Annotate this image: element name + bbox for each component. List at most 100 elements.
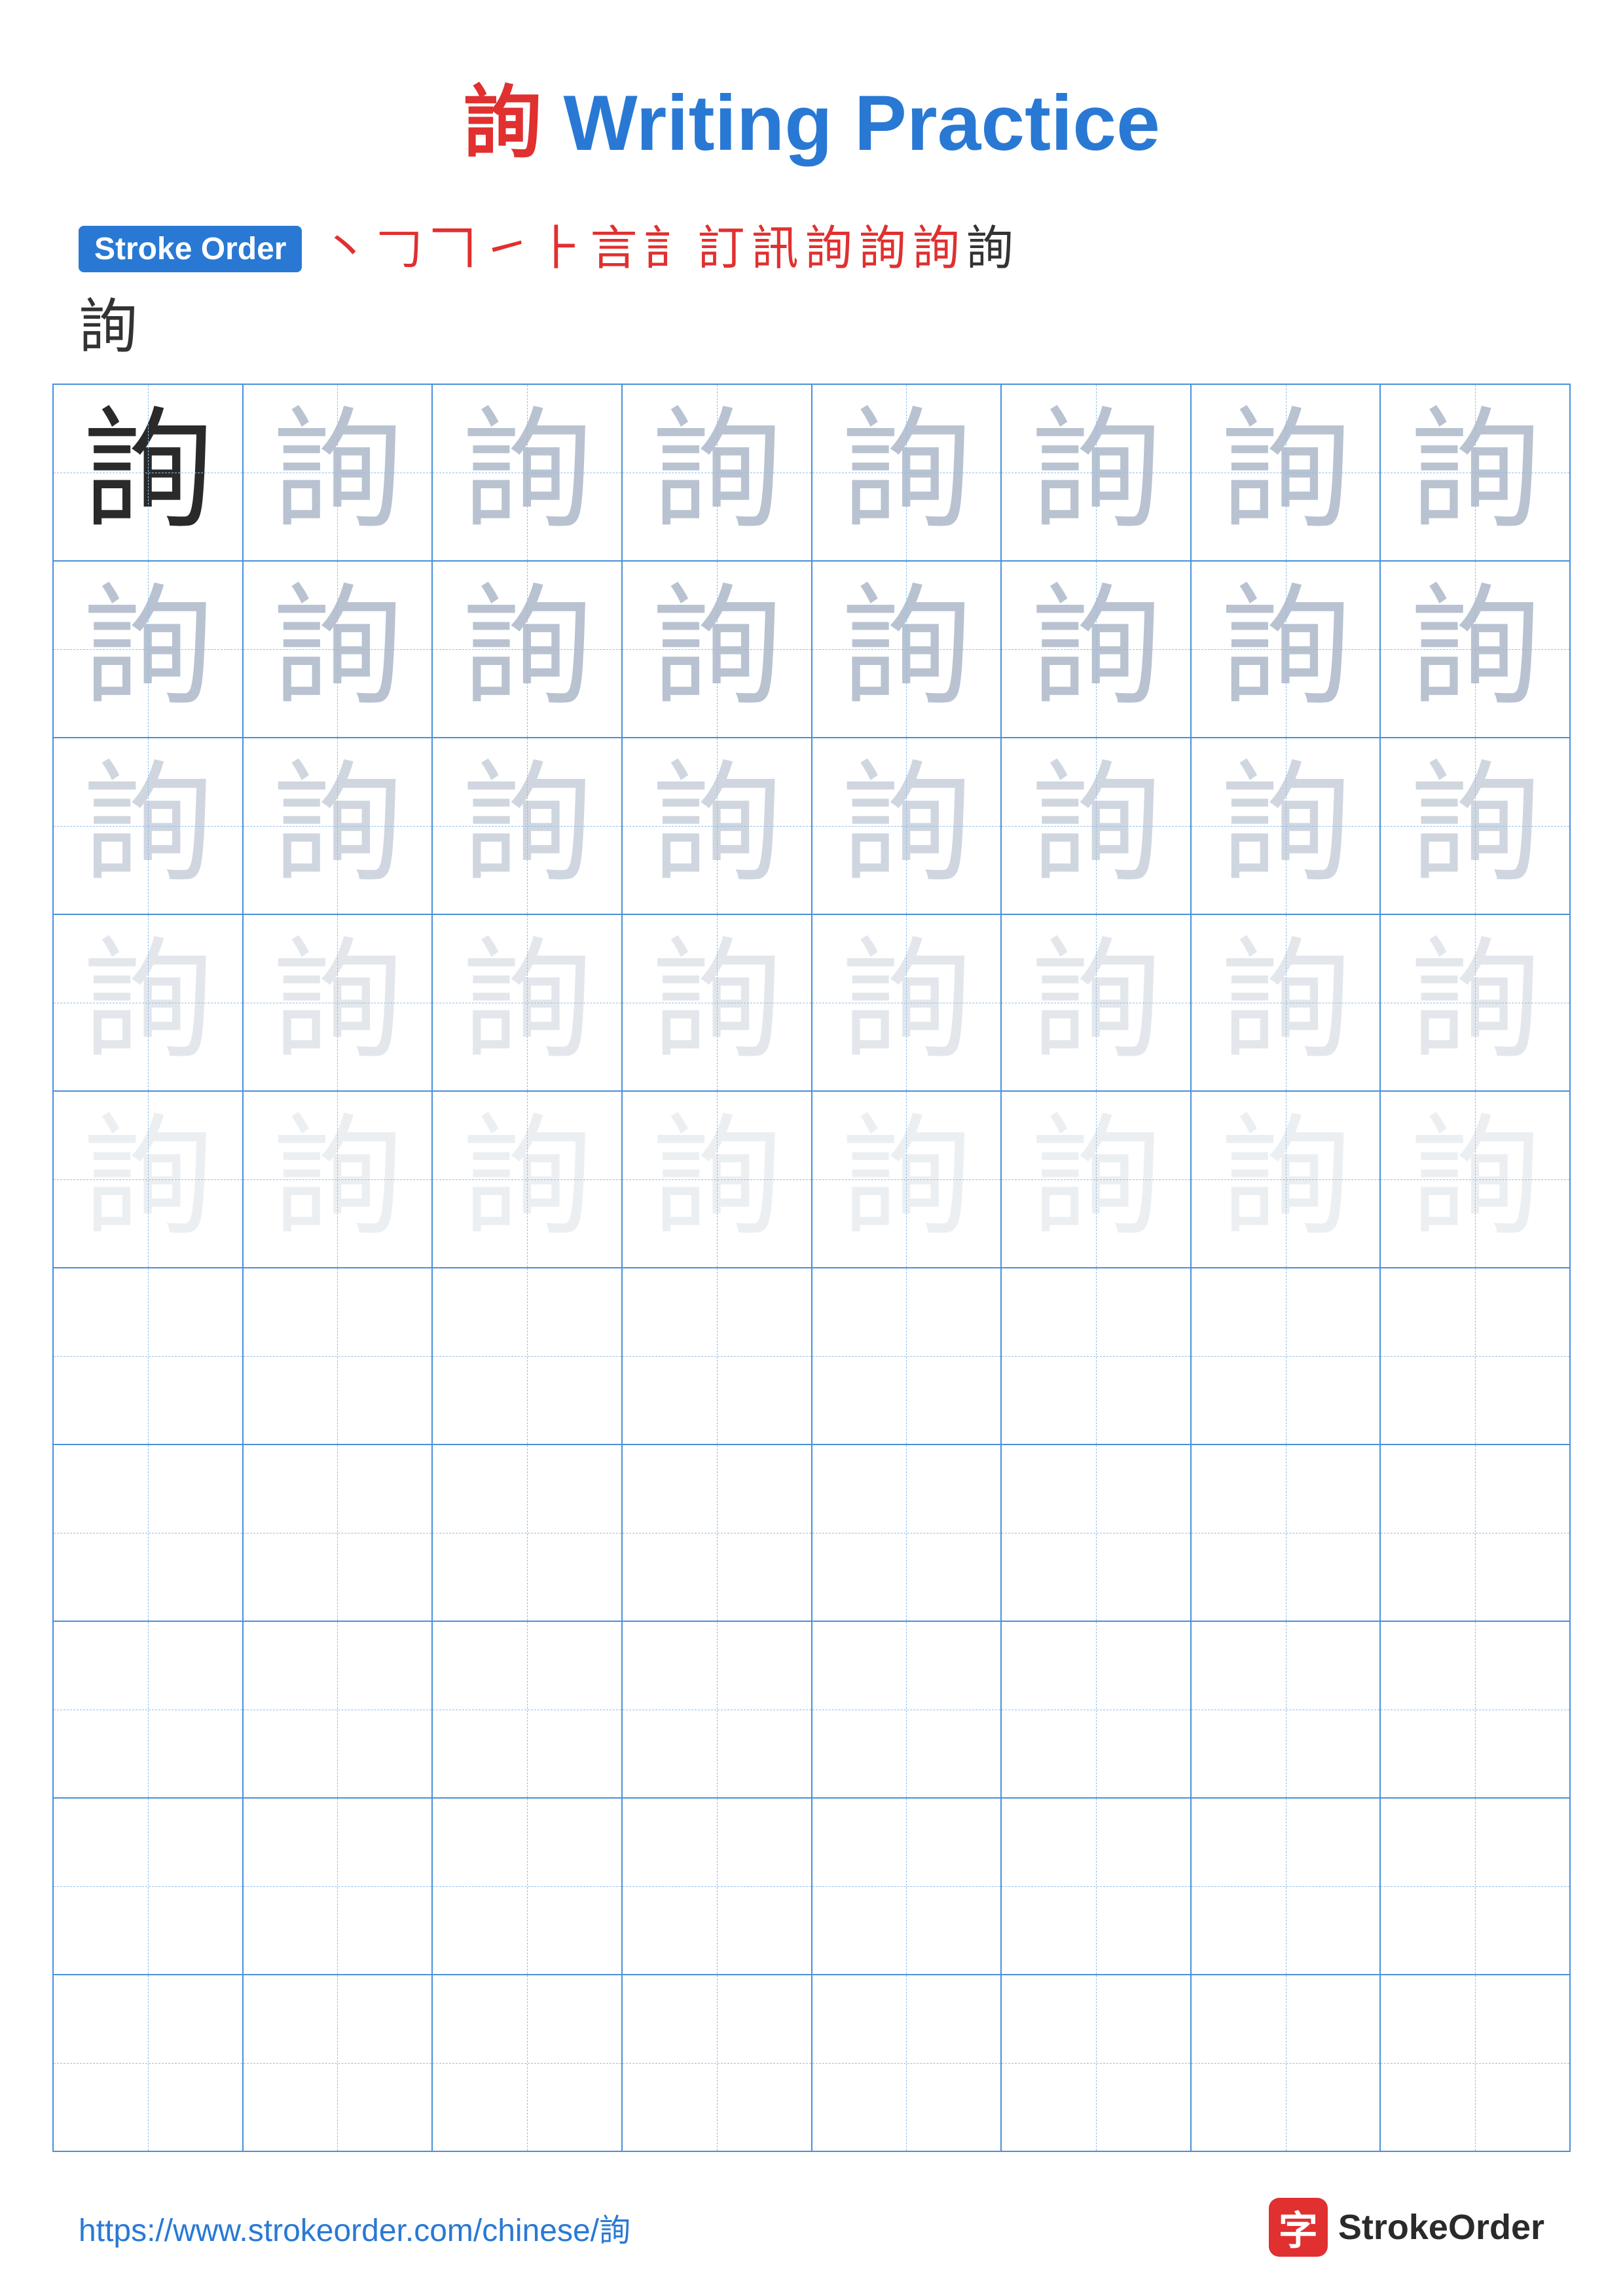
- grid-cell: 詢: [243, 384, 433, 561]
- grid-cell: 詢: [812, 738, 1002, 914]
- table-row: 詢 詢 詢 詢 詢 詢 詢 詢: [53, 738, 1570, 914]
- grid-cell: [622, 1444, 812, 1621]
- grid-cell: [53, 1798, 243, 1975]
- practice-char: 詢: [1410, 577, 1541, 721]
- practice-char: 詢: [651, 577, 782, 721]
- practice-char: 詢: [272, 930, 403, 1075]
- stroke-7: 訁: [644, 225, 691, 272]
- grid-cell: [1001, 1621, 1191, 1798]
- table-row: [53, 1798, 1570, 1975]
- practice-char: 詢: [272, 400, 403, 545]
- grid-cell: [243, 1798, 433, 1975]
- practice-char: 詢: [1220, 930, 1351, 1075]
- grid-cell: 詢: [1191, 561, 1381, 738]
- footer-logo: 字 StrokeOrder: [1269, 2198, 1544, 2257]
- grid-cell: [1001, 1444, 1191, 1621]
- practice-char: 詢: [1030, 400, 1161, 545]
- stroke-13: 詢: [966, 225, 1013, 272]
- grid-cell: 詢: [432, 561, 622, 738]
- title-text: Writing Practice: [541, 79, 1160, 167]
- practice-char: 詢: [841, 753, 972, 898]
- grid-cell: [1001, 1975, 1191, 2151]
- grid-cell: [53, 1621, 243, 1798]
- practice-char: 詢: [82, 577, 213, 721]
- grid-cell: [53, 1268, 243, 1444]
- grid-cell: 詢: [622, 914, 812, 1091]
- stroke-1: 丶: [321, 225, 369, 272]
- table-row: 詢 詢 詢 詢 詢 詢 詢 詢: [53, 1091, 1570, 1268]
- stroke-6: 言: [591, 225, 638, 272]
- practice-char: 詢: [1030, 1107, 1161, 1251]
- table-row: [53, 1268, 1570, 1444]
- grid-cell: 詢: [1380, 1091, 1570, 1268]
- practice-char: 詢: [462, 577, 593, 721]
- practice-char: 詢: [1410, 400, 1541, 545]
- practice-char: 詢: [462, 930, 593, 1075]
- grid-cell: 詢: [622, 738, 812, 914]
- practice-char: 詢: [841, 400, 972, 545]
- grid-cell: 詢: [1380, 561, 1570, 738]
- grid-cell: 詢: [243, 738, 433, 914]
- grid-cell: 詢: [1001, 384, 1191, 561]
- grid-cell: 詢: [812, 914, 1002, 1091]
- grid-cell: [622, 1621, 812, 1798]
- table-row: [53, 1975, 1570, 2151]
- footer-url: https://www.strokeorder.com/chinese/詢: [79, 2204, 630, 2250]
- stroke-2: 𠃌: [375, 225, 422, 272]
- grid-cell: 詢: [432, 384, 622, 561]
- grid-cell: 詢: [53, 1091, 243, 1268]
- grid-cell: 詢: [1001, 1091, 1191, 1268]
- grid-cell: [1191, 1268, 1381, 1444]
- grid-cell: [432, 1975, 622, 2151]
- practice-char: 詢: [1220, 400, 1351, 545]
- practice-char: 詢: [462, 753, 593, 898]
- practice-char: 詢: [1410, 1107, 1541, 1251]
- practice-char: 詢: [651, 753, 782, 898]
- grid-cell: [1380, 1444, 1570, 1621]
- grid-cell: 詢: [1191, 738, 1381, 914]
- grid-cell: 詢: [53, 738, 243, 914]
- grid-cell: 詢: [243, 914, 433, 1091]
- grid-section: 詢 詢 詢 詢 詢 詢 詢 詢 詢 詢 詢 詢 詢 詢 詢 詢 詢 詢 詢 詢 …: [0, 384, 1623, 2152]
- grid-cell: [1001, 1798, 1191, 1975]
- stroke-final-char: 詢: [0, 279, 1623, 384]
- grid-cell: [53, 1444, 243, 1621]
- stroke-4: ㇀: [483, 225, 530, 272]
- grid-cell: [1380, 1975, 1570, 2151]
- grid-cell: [1380, 1621, 1570, 1798]
- grid-cell: 詢: [1380, 384, 1570, 561]
- grid-cell: [812, 1268, 1002, 1444]
- practice-grid: 詢 詢 詢 詢 詢 詢 詢 詢 詢 詢 詢 詢 詢 詢 詢 詢 詢 詢 詢 詢 …: [52, 384, 1571, 2152]
- footer-logo-text: StrokeOrder: [1338, 2207, 1544, 2248]
- grid-cell: [1191, 1798, 1381, 1975]
- grid-cell: [1380, 1798, 1570, 1975]
- grid-cell: 詢: [53, 914, 243, 1091]
- grid-cell: [1001, 1268, 1191, 1444]
- stroke-12: 詢: [913, 225, 960, 272]
- grid-cell: [622, 1975, 812, 2151]
- grid-cell: 詢: [812, 384, 1002, 561]
- table-row: [53, 1621, 1570, 1798]
- grid-cell: [243, 1268, 433, 1444]
- grid-cell: 詢: [53, 384, 243, 561]
- practice-char: 詢: [272, 1107, 403, 1251]
- grid-cell: 詢: [622, 384, 812, 561]
- stroke-5: ⺊: [537, 225, 584, 272]
- grid-cell: 詢: [1001, 561, 1191, 738]
- grid-cell: [812, 1444, 1002, 1621]
- table-row: 詢 詢 詢 詢 詢 詢 詢 詢: [53, 561, 1570, 738]
- practice-char: 詢: [82, 930, 213, 1075]
- grid-cell: [432, 1621, 622, 1798]
- practice-char: 詢: [1220, 577, 1351, 721]
- practice-char: 詢: [1030, 753, 1161, 898]
- practice-char: 詢: [82, 753, 213, 898]
- stroke-9: 訊: [752, 225, 799, 272]
- grid-cell: 詢: [622, 1091, 812, 1268]
- grid-cell: [1191, 1621, 1381, 1798]
- grid-cell: [243, 1621, 433, 1798]
- practice-char: 詢: [841, 1107, 972, 1251]
- practice-char: 詢: [82, 400, 213, 545]
- stroke-order-section: Stroke Order 丶 𠃌 𠃍 ㇀ ⺊ 言 訁 訂 訊 詢 詢 詢 詢: [0, 212, 1623, 279]
- page-title: 詢 Writing Practice: [0, 0, 1623, 212]
- practice-char: 詢: [651, 400, 782, 545]
